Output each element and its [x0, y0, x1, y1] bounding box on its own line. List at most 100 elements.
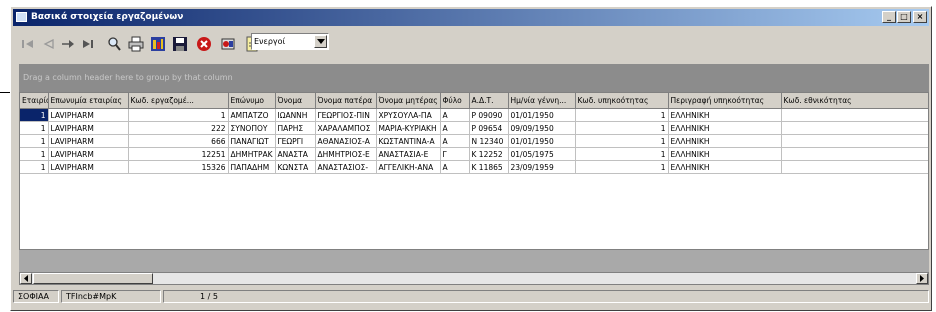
table-cell[interactable]: ΕΛΛΗΝΙΚΗ [668, 160, 782, 174]
table-cell[interactable]: ΑΝΑΣΤΑΣΙΑ-Ε [376, 147, 441, 161]
table-cell[interactable]: 1 [781, 121, 928, 135]
table-cell[interactable]: 1 [781, 134, 928, 148]
first-icon[interactable] [19, 35, 37, 53]
table-cell[interactable]: ΧΑΡΑΛΑΜΠΟΣ [315, 121, 377, 135]
table-cell[interactable]: Κ 12252 [469, 147, 509, 161]
table-cell[interactable]: ΠΑΡΗΣ [275, 121, 316, 135]
table-cell[interactable]: 666 [128, 134, 229, 148]
column-header[interactable]: Όνομα [275, 93, 316, 109]
table-cell[interactable]: 1 [20, 160, 49, 174]
table-cell[interactable]: ΧΡΥΣΟΥΛΑ-ΠΑ [376, 108, 441, 122]
table-cell[interactable]: 1 [20, 121, 49, 135]
table-row[interactable]: 1 LAVIPHARM 12251 ΔΗΜΗΤΡΑΚ ΑΝΑΣΤΑ ΔΗΜΗΤΡ… [20, 147, 928, 161]
table-cell[interactable]: LAVIPHARM [48, 147, 129, 161]
table-cell[interactable]: 15326 [128, 160, 229, 174]
table-cell[interactable]: ΓΕΩΡΓΙΟΣ-ΠΙΝ [315, 108, 377, 122]
next-icon[interactable] [59, 35, 77, 53]
table-cell[interactable]: ΕΛΛΗΝΙΚΗ [668, 108, 782, 122]
table-cell[interactable]: 1 [781, 108, 928, 122]
save-icon[interactable] [171, 35, 189, 53]
table-cell[interactable]: ΔΗΜΗΤΡΑΚ [228, 147, 276, 161]
table-cell[interactable]: 1 [20, 108, 49, 122]
scroll-left-icon[interactable] [20, 273, 32, 284]
table-cell[interactable]: Α [440, 108, 470, 122]
column-header[interactable]: Επωνυμία εταιρίας [48, 93, 129, 109]
table-cell[interactable]: 1 [128, 108, 229, 122]
table-cell[interactable]: Α [440, 134, 470, 148]
table-cell[interactable]: LAVIPHARM [48, 121, 129, 135]
find-icon[interactable] [105, 35, 123, 53]
print-icon[interactable] [127, 35, 145, 53]
table-row[interactable]: 1 LAVIPHARM 222 ΣΥΝΟΠΟΥ ΠΑΡΗΣ ΧΑΡΑΛΑΜΠΟΣ… [20, 121, 928, 135]
table-cell[interactable]: Γ [440, 147, 470, 161]
table-row[interactable]: 1 LAVIPHARM 15326 ΠΑΠΑΔΗΜ ΚΩΝΣΤΑ ΑΝΑΣΤΑΣ… [20, 160, 928, 174]
column-header[interactable]: Ημ/νία γέννη... [508, 93, 576, 109]
table-cell[interactable]: 1 [575, 134, 669, 148]
maximize-button[interactable]: □ [897, 11, 911, 23]
table-cell[interactable]: 1 [575, 147, 669, 161]
column-header[interactable]: Εταιρία [20, 93, 49, 109]
table-cell[interactable]: 12251 [128, 147, 229, 161]
table-cell[interactable]: 23/09/1959 [508, 160, 576, 174]
table-cell[interactable]: LAVIPHARM [48, 160, 129, 174]
group-by-panel[interactable]: Drag a column header here to group by th… [19, 64, 929, 92]
table-cell[interactable]: 1 [20, 147, 49, 161]
table-cell[interactable]: ΑΝΑΣΤΑΣΙΟΣ- [315, 160, 377, 174]
scroll-thumb[interactable] [33, 273, 153, 284]
column-header[interactable]: Α.Δ.Τ. [469, 93, 509, 109]
minimize-button[interactable]: _ [882, 11, 896, 23]
status-filter-select[interactable]: Ενεργοί [251, 33, 329, 50]
column-header[interactable]: Όνομα μητέρας [376, 93, 441, 109]
column-header[interactable]: Επώνυμο [228, 93, 276, 109]
tools-icon[interactable] [219, 35, 237, 53]
table-row[interactable]: 1 LAVIPHARM 666 ΠΑΝΑΓΙΩΤ ΓΕΩΡΓΙ ΑΘΑΝΑΣΙΟ… [20, 134, 928, 148]
table-cell[interactable]: Ρ 09090 [469, 108, 509, 122]
table-cell[interactable]: 1 [575, 121, 669, 135]
table-cell[interactable]: 1 [575, 108, 669, 122]
column-header[interactable]: Κωδ. εργαζομέ... [128, 93, 229, 109]
table-cell[interactable]: ΣΥΝΟΠΟΥ [228, 121, 276, 135]
table-cell[interactable]: 1 [781, 160, 928, 174]
table-cell[interactable]: 09/09/1950 [508, 121, 576, 135]
table-cell[interactable]: ΠΑΝΑΓΙΩΤ [228, 134, 276, 148]
table-cell[interactable]: 1 [781, 147, 928, 161]
report-icon[interactable] [149, 35, 167, 53]
table-cell[interactable]: LAVIPHARM [48, 108, 129, 122]
table-row[interactable]: 1 LAVIPHARM 1 ΑΜΠΑΤΖΟ ΙΩΑΝΝΗ ΓΕΩΡΓΙΟΣ-ΠΙ… [20, 108, 928, 122]
chevron-down-icon[interactable] [314, 35, 327, 48]
table-cell[interactable]: 1 [575, 160, 669, 174]
table-cell[interactable]: ΑΜΠΑΤΖΟ [228, 108, 276, 122]
table-cell[interactable]: ΠΑΠΑΔΗΜ [228, 160, 276, 174]
table-cell[interactable]: 01/05/1975 [508, 147, 576, 161]
close-button[interactable]: × [913, 11, 927, 23]
column-header[interactable]: Κωδ. υπηκοότητας [575, 93, 669, 109]
prev-icon[interactable] [39, 35, 57, 53]
table-cell[interactable]: Ρ 09654 [469, 121, 509, 135]
table-cell[interactable]: ΓΕΩΡΓΙ [275, 134, 316, 148]
table-cell[interactable]: 01/01/1950 [508, 134, 576, 148]
table-cell[interactable]: ΑΓΓΕΛΙΚΗ-ΑΝΑ [376, 160, 441, 174]
table-cell[interactable]: ΜΑΡΙΑ-ΚΥΡΙΑΚΗ [376, 121, 441, 135]
column-header[interactable]: Φύλο [440, 93, 470, 109]
table-cell[interactable]: Α [440, 121, 470, 135]
scroll-right-icon[interactable] [916, 273, 928, 284]
table-cell[interactable]: 01/01/1950 [508, 108, 576, 122]
table-cell[interactable]: ΑΝΑΣΤΑ [275, 147, 316, 161]
column-header[interactable]: Περιγραφή υπηκοότητας [668, 93, 782, 109]
table-cell[interactable]: ΚΩΣΤΑΝΤΙΝΑ-Α [376, 134, 441, 148]
table-cell[interactable]: LAVIPHARM [48, 134, 129, 148]
table-cell[interactable]: ΙΩΑΝΝΗ [275, 108, 316, 122]
table-cell[interactable]: Κ 11865 [469, 160, 509, 174]
table-cell[interactable]: ΔΗΜΗΤΡΙΟΣ-Ε [315, 147, 377, 161]
table-cell[interactable]: ΕΛΛΗΝΙΚΗ [668, 121, 782, 135]
table-cell[interactable]: Ν 12340 [469, 134, 509, 148]
last-icon[interactable] [79, 35, 97, 53]
table-cell[interactable]: ΑΘΑΝΑΣΙΟΣ-Α [315, 134, 377, 148]
column-header[interactable]: Όνομα πατέρα [315, 93, 377, 109]
table-cell[interactable]: ΕΛΛΗΝΙΚΗ [668, 134, 782, 148]
table-cell[interactable]: ΕΛΛΗΝΙΚΗ [668, 147, 782, 161]
table-cell[interactable]: 222 [128, 121, 229, 135]
horizontal-scrollbar[interactable] [19, 272, 929, 285]
table-cell[interactable]: ΚΩΝΣΤΑ [275, 160, 316, 174]
column-header[interactable]: Κωδ. εθνικότητας [781, 93, 928, 109]
